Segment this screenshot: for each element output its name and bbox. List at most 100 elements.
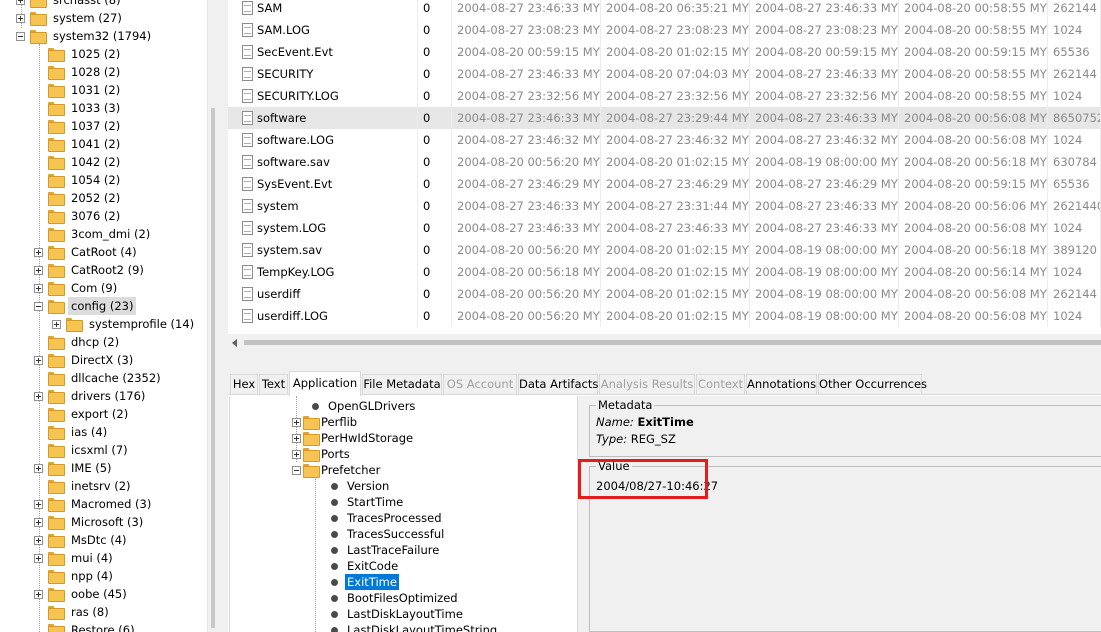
table-row[interactable]: userdiff 0 2004-08-20 00:56:20 MYT 2004-08-… <box>228 283 1101 305</box>
expand-icon[interactable] <box>34 499 43 509</box>
tree-item[interactable]: 1025 (2) <box>34 45 123 63</box>
tree-item[interactable]: 1041 (2) <box>34 135 123 153</box>
tree-item[interactable]: Microsoft (3) <box>34 513 146 531</box>
registry-tree-item[interactable]: TracesProcessed <box>331 510 444 526</box>
tree-item[interactable]: 1042 (2) <box>34 153 123 171</box>
tree-item[interactable]: 1028 (2) <box>34 63 123 81</box>
expand-icon[interactable] <box>292 433 301 443</box>
tree-item[interactable]: Com (9) <box>34 279 120 297</box>
scroll-left-arrow-icon[interactable] <box>232 339 237 347</box>
expand-icon[interactable] <box>34 391 43 401</box>
table-row[interactable]: SysEvent.Evt 0 2004-08-27 23:46:29 MYT 2004… <box>228 173 1101 195</box>
table-row[interactable]: SAM.LOG 0 2004-08-27 23:08:23 MYT 2004-08-2… <box>228 19 1101 41</box>
expand-icon[interactable] <box>34 463 43 473</box>
tab-text[interactable]: Text <box>259 374 288 394</box>
expand-icon[interactable] <box>34 517 43 527</box>
registry-tree-item[interactable]: Ports <box>292 446 352 462</box>
tree-item[interactable]: 1033 (3) <box>34 99 123 117</box>
tree-item[interactable]: DirectX (3) <box>34 351 136 369</box>
tree-item[interactable]: dhcp (2) <box>34 333 122 351</box>
registry-tree-item[interactable]: LastDiskLayoutTime <box>331 606 465 622</box>
registry-tree-item[interactable]: ExitCode <box>331 558 400 574</box>
registry-tree-item[interactable]: OpenGLDrivers <box>312 398 417 414</box>
registry-tree-item[interactable]: LastTraceFailure <box>331 542 441 558</box>
tree-scrollbar-thumb[interactable] <box>211 108 215 628</box>
expand-icon[interactable] <box>34 283 43 293</box>
tree-item[interactable]: npp (4) <box>34 567 116 585</box>
tab-application[interactable]: Application <box>289 371 361 396</box>
tab-hex[interactable]: Hex <box>230 374 258 394</box>
tree-item[interactable]: srchasst (8) <box>16 0 124 9</box>
collapse-icon[interactable] <box>16 31 25 41</box>
tree-item[interactable]: 1054 (2) <box>34 171 123 189</box>
table-row[interactable]: system.sav 0 2004-08-20 00:56:20 MYT 2004-0… <box>228 239 1101 261</box>
tree-item[interactable]: 2052 (2) <box>34 189 123 207</box>
tree-item[interactable]: system32 (1794) <box>16 27 154 45</box>
tree-item[interactable]: CatRoot2 (9) <box>34 261 147 279</box>
table-row[interactable]: userdiff.LOG 0 2004-08-20 00:56:20 MYT 2004… <box>228 305 1101 327</box>
table-row[interactable]: software.sav 0 2004-08-20 00:56:20 MYT 2004… <box>228 151 1101 173</box>
tree-item[interactable]: ias (4) <box>34 423 110 441</box>
tree-item[interactable]: 3com_dmi (2) <box>34 225 153 243</box>
tree-item[interactable]: 1031 (2) <box>34 81 123 99</box>
tree-item[interactable]: 1037 (2) <box>34 117 123 135</box>
tree-item[interactable]: Restore (6) <box>34 621 138 632</box>
registry-tree-item[interactable]: StartTime <box>331 494 405 510</box>
tree-item[interactable]: inetsrv (2) <box>34 477 134 495</box>
expand-icon[interactable] <box>34 589 43 599</box>
registry-tree-item[interactable]: PerHwIdStorage <box>292 430 415 446</box>
collapse-icon[interactable] <box>34 301 43 311</box>
table-row[interactable]: SECURITY.LOG 0 2004-08-27 23:32:56 MYT 2004… <box>228 85 1101 107</box>
expand-icon[interactable] <box>34 355 43 365</box>
registry-pane-splitter[interactable] <box>577 396 585 632</box>
tree-item[interactable]: MsDtc (4) <box>34 531 130 549</box>
tree-item[interactable]: system (27) <box>16 9 125 27</box>
tree-item[interactable]: IME (5) <box>34 459 115 477</box>
tree-item[interactable]: CatRoot (4) <box>34 243 140 261</box>
table-row[interactable]: system 0 2004-08-27 23:46:33 MYT 2004-08-27… <box>228 195 1101 217</box>
expand-icon[interactable] <box>292 449 301 459</box>
table-row[interactable]: SECURITY 0 2004-08-27 23:46:33 MYT 2004-08-… <box>228 63 1101 85</box>
tab-file-metadata[interactable]: File Metadata <box>362 374 442 394</box>
tree-item[interactable]: ras (8) <box>34 603 112 621</box>
directory-tree[interactable]: srchasst (8) system (27) system32 (1794) 10… <box>0 0 207 632</box>
expand-icon[interactable] <box>52 319 61 329</box>
tab-data-artifacts[interactable]: Data Artifacts <box>518 374 598 394</box>
registry-tree-item[interactable]: TracesSuccessful <box>331 526 446 542</box>
expand-icon[interactable] <box>34 553 43 563</box>
expand-icon[interactable] <box>292 417 301 427</box>
tree-item[interactable]: config (23) <box>34 297 137 315</box>
registry-tree-item[interactable]: Version <box>331 478 391 494</box>
registry-tree-item[interactable]: LastDiskLayoutTimeString <box>331 622 499 632</box>
tree-item[interactable]: 3076 (2) <box>34 207 123 225</box>
registry-tree-item[interactable]: Perflib <box>292 414 359 430</box>
registry-tree-item[interactable]: Prefetcher <box>292 462 382 478</box>
table-row[interactable]: SAM 0 2004-08-27 23:46:33 MYT 2004-08-20 06… <box>228 0 1101 19</box>
expand-icon[interactable] <box>16 0 25 5</box>
table-row[interactable]: TempKey.LOG 0 2004-08-20 00:56:18 MYT 2004-… <box>228 261 1101 283</box>
tree-item[interactable]: Macromed (3) <box>34 495 154 513</box>
table-row[interactable]: system.LOG 0 2004-08-27 23:46:33 MYT 2004-0… <box>228 217 1101 239</box>
tab-other-occurrences[interactable]: Other Occurrences <box>818 374 927 394</box>
registry-tree-item[interactable]: ExitTime <box>331 574 399 590</box>
table-row[interactable]: software 0 2004-08-27 23:46:33 MYT 2004-08-… <box>228 107 1101 129</box>
expand-icon[interactable] <box>34 535 43 545</box>
expand-icon[interactable] <box>16 13 25 23</box>
registry-tree[interactable]: OpenGLDrivers Perflib PerHwIdStorage Ports P… <box>229 396 577 632</box>
registry-tree-item[interactable]: BootFilesOptimized <box>331 590 460 606</box>
table-row[interactable]: software.LOG 0 2004-08-27 23:46:32 MYT 2004… <box>228 129 1101 151</box>
horizontal-scrollbar-thumb[interactable] <box>244 340 1101 345</box>
tree-item[interactable]: icsxml (7) <box>34 441 131 459</box>
expand-icon[interactable] <box>34 247 43 257</box>
tree-item[interactable]: drivers (176) <box>34 387 148 405</box>
tree-item[interactable]: mui (4) <box>34 549 116 567</box>
collapse-icon[interactable] <box>292 465 301 475</box>
tree-item[interactable]: dllcache (2352) <box>34 369 164 387</box>
tree-item[interactable]: systemprofile (14) <box>52 315 197 333</box>
tab-annotations[interactable]: Annotations <box>746 374 817 394</box>
expand-icon[interactable] <box>34 265 43 275</box>
table-row[interactable]: SecEvent.Evt 0 2004-08-20 00:59:15 MYT 2004… <box>228 41 1101 63</box>
tree-item[interactable]: oobe (45) <box>34 585 130 603</box>
tree-item[interactable]: export (2) <box>34 405 131 423</box>
horizontal-splitter[interactable] <box>228 351 1101 371</box>
